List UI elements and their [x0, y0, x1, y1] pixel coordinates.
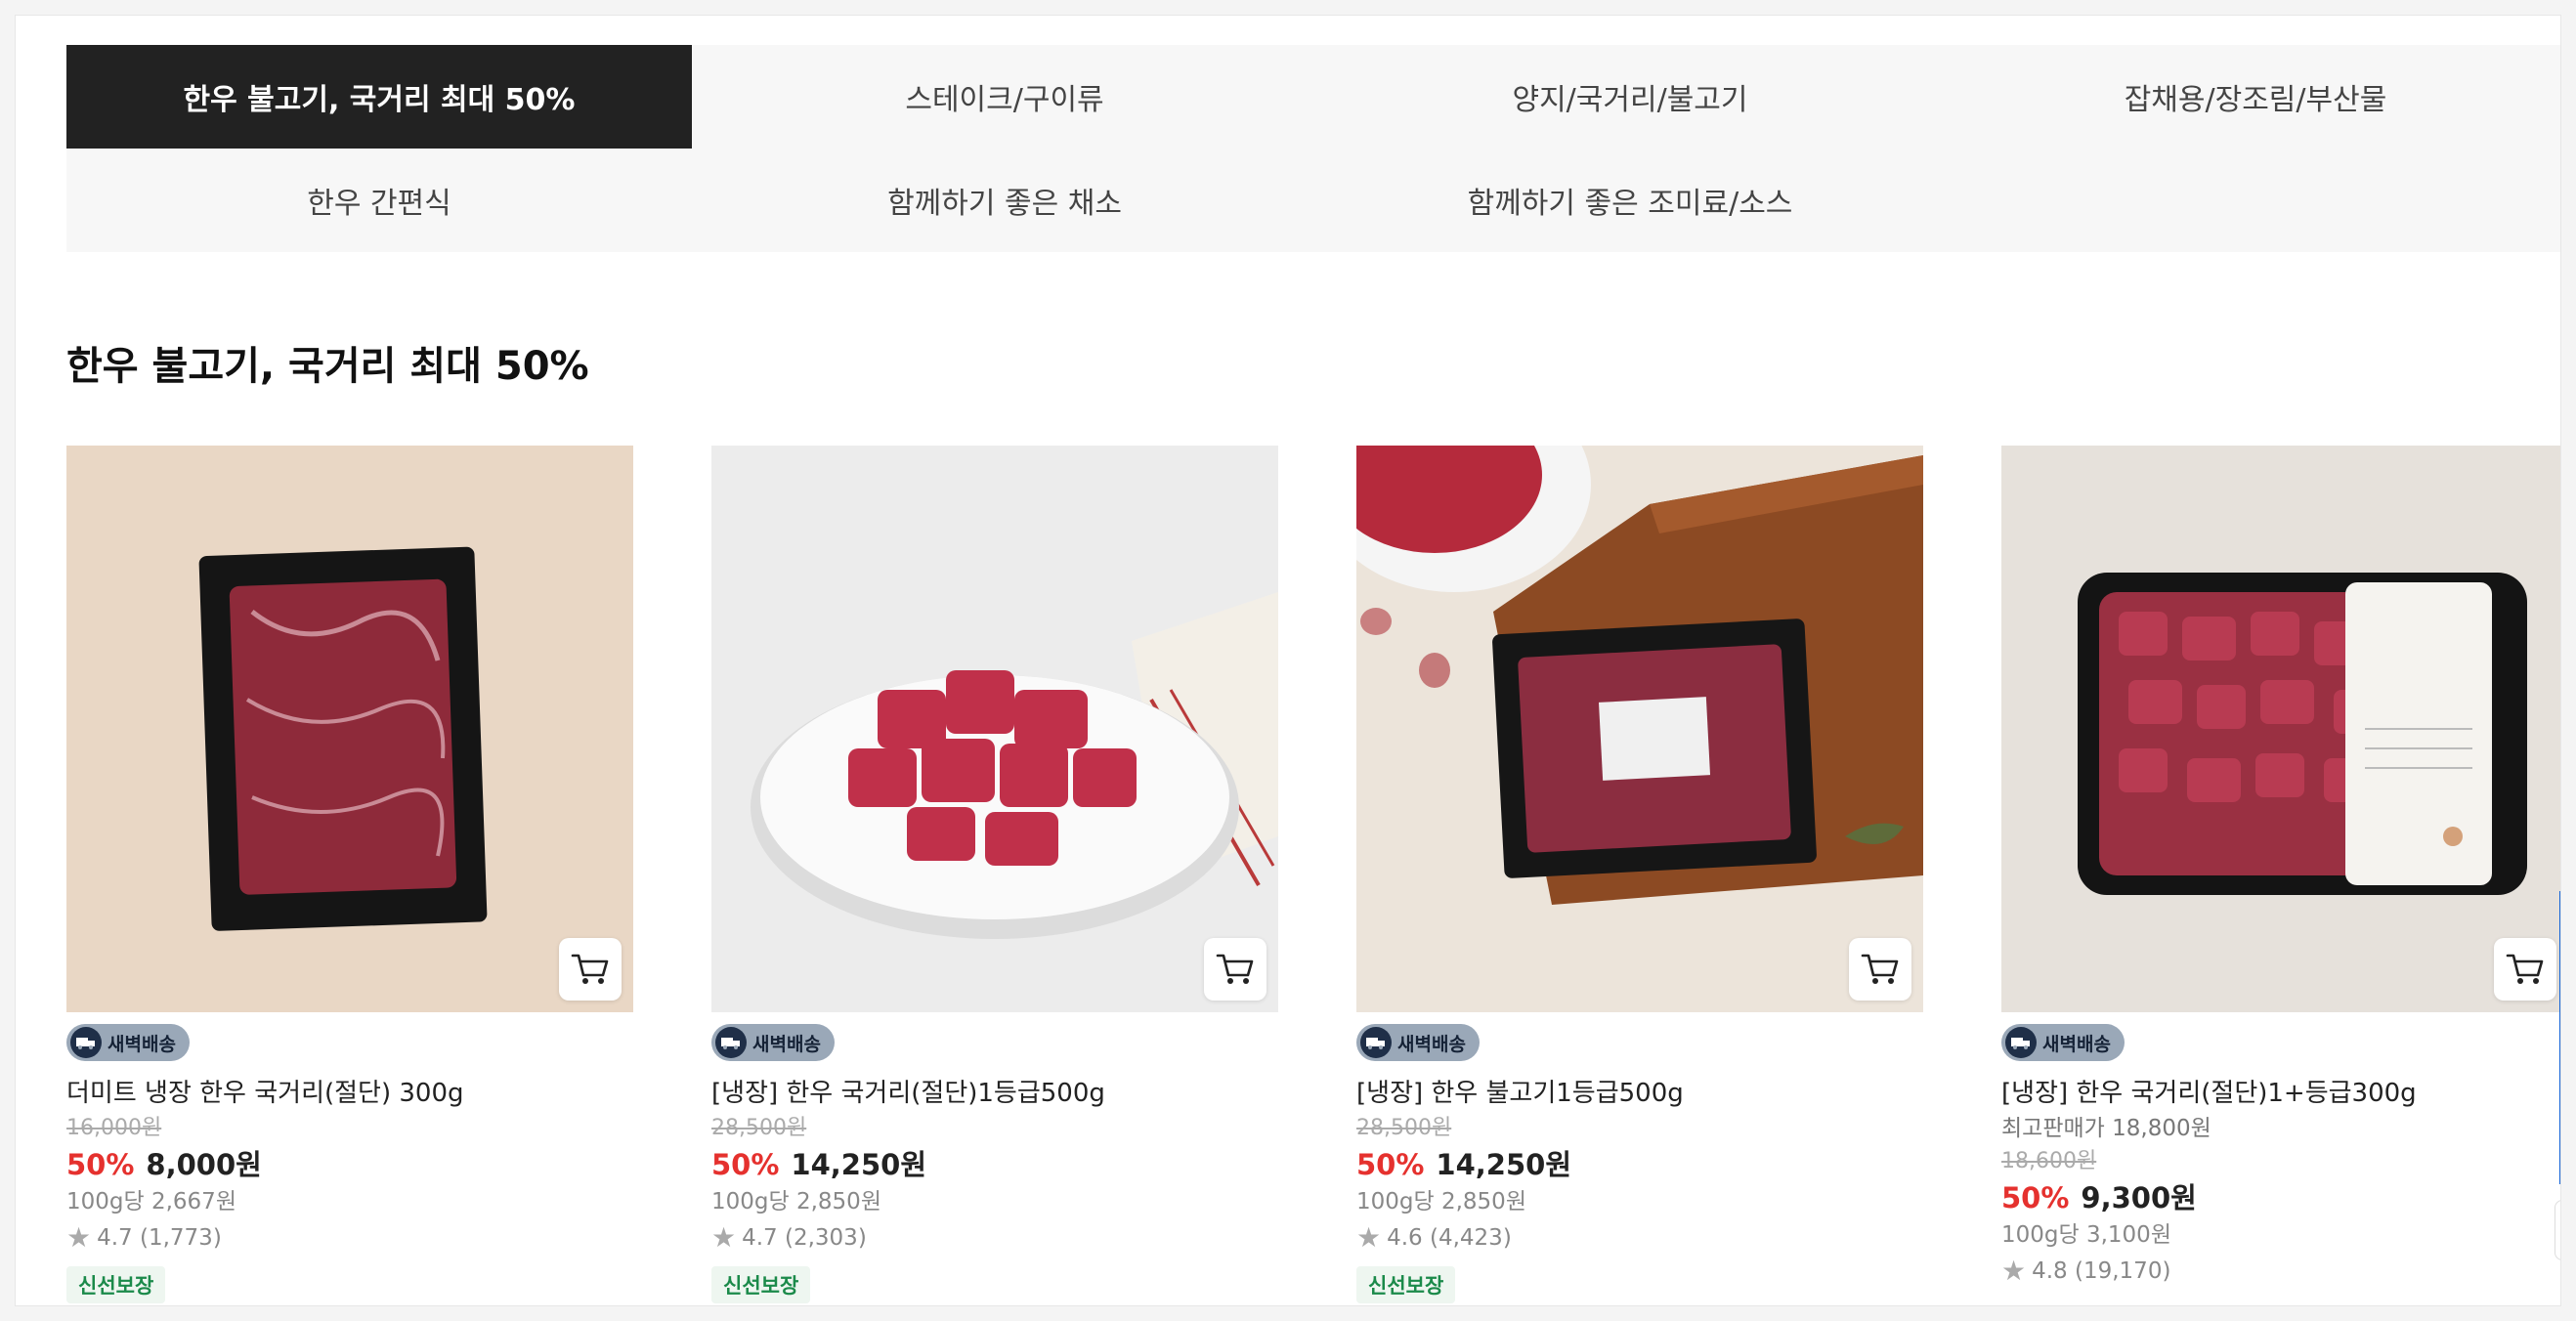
original-price: 16,000원: [66, 1116, 162, 1140]
star-icon: ★: [1356, 1221, 1382, 1254]
dawn-delivery-badge: 새벽배송: [711, 1024, 835, 1061]
product-name[interactable]: [냉장] 한우 불고기1등급500g: [1356, 1075, 1923, 1112]
tab-steak-grill[interactable]: 스테이크/구이류: [692, 45, 1317, 149]
tab-yangji-gukgeori-bulgogi[interactable]: 양지/국거리/불고기: [1317, 45, 1943, 149]
discount-rate: 50%: [66, 1148, 135, 1181]
fresh-guarantee-badge: 신선보장: [711, 1266, 811, 1303]
floating-side-banner[interactable]: [2559, 891, 2560, 1184]
price: 8,000원: [146, 1148, 262, 1181]
category-tabs: 한우 불고기, 국거리 최대 50% 스테이크/구이류 양지/국거리/불고기 잡…: [66, 45, 2560, 252]
best-price: 최고판매가 18,800원: [2001, 1116, 2211, 1141]
product-card[interactable]: 새벽배송 [냉장] 한우 국거리(절단)1+등급300g 최고판매가 18,80…: [2001, 446, 2560, 1290]
rating-value: 4.7 (1,773): [97, 1225, 222, 1251]
product-photo-bulgogi-tray: [1356, 446, 1923, 1012]
add-to-cart-button[interactable]: [2494, 938, 2556, 1001]
dawn-delivery-badge: 새벽배송: [66, 1024, 190, 1061]
rating: ★ 4.6 (4,423): [1356, 1219, 1923, 1257]
sale-price: 50% 9,300원: [2001, 1178, 2560, 1217]
badge-label: 새벽배송: [752, 1033, 821, 1055]
rating-value: 4.6 (4,423): [1387, 1225, 1512, 1251]
rating: ★ 4.7 (2,303): [711, 1219, 1278, 1257]
sale-price: 50% 14,250원: [711, 1145, 1278, 1184]
unit-price: 100g당 2,850원: [1356, 1189, 1526, 1214]
add-to-cart-button[interactable]: [1204, 938, 1267, 1001]
dawn-delivery-badge: 새벽배송: [1356, 1024, 1480, 1061]
unit-price: 100g당 3,100원: [2001, 1222, 2171, 1248]
sale-price: 50% 8,000원: [66, 1145, 633, 1184]
sale-price: 50% 14,250원: [1356, 1145, 1923, 1184]
tab-japchae-jangjorim[interactable]: 잡채용/장조림/부산물: [1943, 45, 2560, 149]
product-image[interactable]: [2001, 446, 2560, 1012]
badge-label: 새벽배송: [1397, 1033, 1466, 1055]
discount-rate: 50%: [711, 1148, 780, 1181]
add-to-cart-button[interactable]: [1849, 938, 1911, 1001]
floating-side-button[interactable]: [2555, 1200, 2560, 1260]
product-image[interactable]: [711, 446, 1278, 1012]
badge-label: 새벽배송: [107, 1033, 176, 1055]
fresh-guarantee-badge: 신선보장: [1356, 1266, 1456, 1303]
cart-icon: [2506, 954, 2544, 984]
unit-price: 100g당 2,850원: [711, 1189, 881, 1214]
rating: ★ 4.8 (19,170): [2001, 1253, 2560, 1290]
tab-empty: [1943, 149, 2560, 252]
product-photo-premium-beef-tray: [2001, 446, 2560, 1012]
tab-vegetables[interactable]: 함께하기 좋은 채소: [692, 149, 1317, 252]
product-name[interactable]: [냉장] 한우 국거리(절단)1+등급300g: [2001, 1075, 2560, 1112]
rating-value: 4.7 (2,303): [742, 1225, 867, 1251]
tab-row-1: 한우 불고기, 국거리 최대 50% 스테이크/구이류 양지/국거리/불고기 잡…: [66, 45, 2560, 149]
tab-bulgogi-gukgeori-sale[interactable]: 한우 불고기, 국거리 최대 50%: [66, 45, 692, 149]
original-price: 18,600원: [2001, 1149, 2097, 1173]
discount-rate: 50%: [2001, 1181, 2070, 1214]
product-image[interactable]: [66, 446, 633, 1012]
star-icon: ★: [2001, 1255, 2027, 1287]
tab-hanwoo-easy-meal[interactable]: 한우 간편식: [66, 149, 692, 252]
original-price: 28,500원: [711, 1116, 807, 1140]
product-photo-beef-cubes: [711, 446, 1278, 1012]
product-photo-meat-tray: [66, 446, 633, 1012]
cart-icon: [1216, 954, 1254, 984]
product-card[interactable]: 새벽배송 [냉장] 한우 국거리(절단)1등급500g 28,500원 50% 1…: [711, 446, 1278, 1303]
tab-row-2: 한우 간편식 함께하기 좋은 채소 함께하기 좋은 조미료/소스: [66, 149, 2560, 252]
rating-value: 4.8 (19,170): [2032, 1258, 2171, 1284]
product-card[interactable]: 새벽배송 [냉장] 한우 불고기1등급500g 28,500원 50% 14,25…: [1356, 446, 1923, 1303]
tab-seasoning-sauce[interactable]: 함께하기 좋은 조미료/소스: [1317, 149, 1943, 252]
star-icon: ★: [711, 1221, 737, 1254]
truck-icon: [715, 1027, 747, 1058]
dawn-delivery-badge: 새벽배송: [2001, 1024, 2125, 1061]
rating: ★ 4.7 (1,773): [66, 1219, 633, 1257]
truck-icon: [1360, 1027, 1392, 1058]
product-name[interactable]: [냉장] 한우 국거리(절단)1등급500g: [711, 1075, 1278, 1112]
price: 14,250원: [1436, 1148, 1572, 1181]
original-price: 28,500원: [1356, 1116, 1452, 1140]
truck-icon: [70, 1027, 102, 1058]
unit-price: 100g당 2,667원: [66, 1189, 236, 1214]
cart-icon: [571, 954, 609, 984]
product-name[interactable]: 더미트 냉장 한우 국거리(절단) 300g: [66, 1075, 633, 1112]
add-to-cart-button[interactable]: [559, 938, 622, 1001]
fresh-guarantee-badge: 신선보장: [66, 1266, 166, 1303]
section-title: 한우 불고기, 국거리 최대 50%: [66, 344, 589, 389]
star-icon: ★: [66, 1221, 92, 1254]
truck-icon: [2005, 1027, 2037, 1058]
product-image[interactable]: [1356, 446, 1923, 1012]
badge-label: 새벽배송: [2042, 1033, 2111, 1055]
product-card[interactable]: 새벽배송 더미트 냉장 한우 국거리(절단) 300g 16,000원 50% 8…: [66, 446, 633, 1303]
price: 9,300원: [2081, 1181, 2197, 1214]
price: 14,250원: [791, 1148, 927, 1181]
discount-rate: 50%: [1356, 1148, 1425, 1181]
page-frame: 한우 불고기, 국거리 최대 50% 스테이크/구이류 양지/국거리/불고기 잡…: [16, 16, 2560, 1305]
cart-icon: [1861, 954, 1899, 984]
